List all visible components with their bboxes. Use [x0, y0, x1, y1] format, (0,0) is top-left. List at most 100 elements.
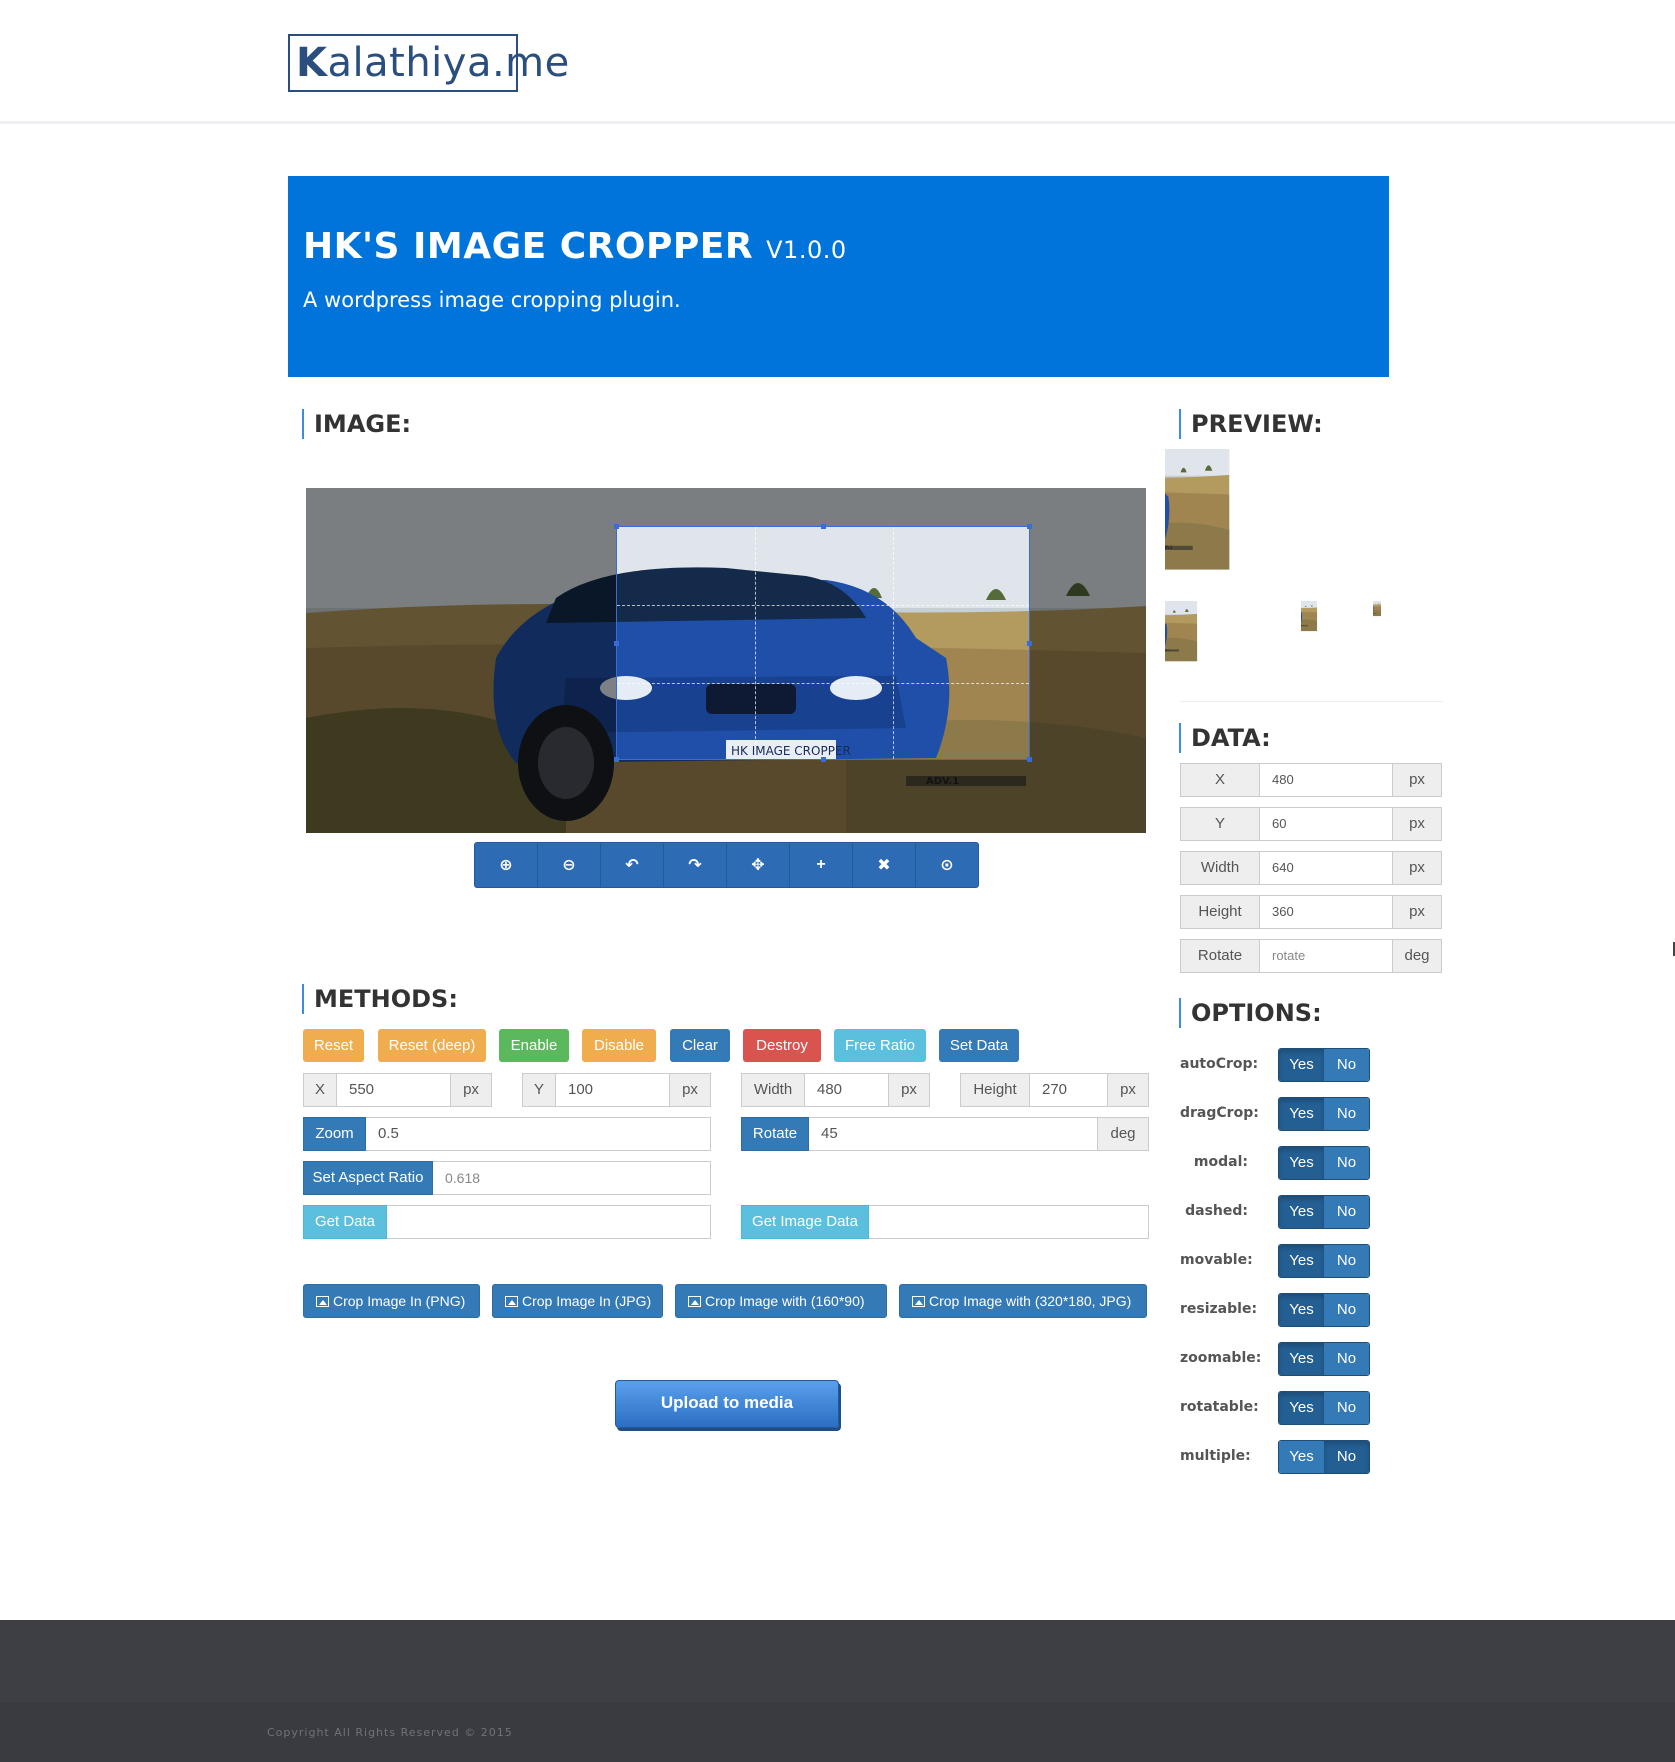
preview-small — [1301, 601, 1365, 637]
zoom-out-button[interactable]: ⊖ — [538, 843, 601, 887]
rotate-button[interactable]: Rotate — [741, 1117, 809, 1151]
copyright-text: Copyright All Rights Reserved © 2015 — [267, 1726, 513, 1739]
data-section-title: DATA: — [1179, 723, 1271, 753]
crop-guide-h1 — [617, 605, 1029, 606]
preview-xsmall — [1373, 601, 1405, 619]
option-autocrop-yes-button[interactable]: Yes — [1279, 1049, 1324, 1081]
set-x-group: X 550 px — [303, 1073, 492, 1107]
crop-handle-e[interactable] — [1027, 641, 1032, 646]
free-ratio-button[interactable]: Free Ratio — [834, 1029, 926, 1062]
option-rotatable-yes-button[interactable]: Yes — [1279, 1392, 1324, 1424]
crop-handle-se[interactable] — [1027, 757, 1032, 762]
reset-deep-button[interactable]: Reset (deep) — [378, 1029, 486, 1062]
rotate-right-button[interactable]: ↷ — [664, 843, 727, 887]
version-label: V1.0.0 — [766, 236, 847, 264]
get-image-data-group: Get Image Data — [741, 1205, 1149, 1239]
set-y-input[interactable]: 100 — [556, 1073, 669, 1107]
site-logo[interactable]: Kalathiya.me — [288, 34, 569, 92]
option-resizable-no-button[interactable]: No — [1324, 1294, 1369, 1326]
crop-button[interactable]: + — [790, 843, 853, 887]
option-label-zoomable: zoomable: — [1180, 1350, 1262, 1366]
site-header: Kalathiya.me — [0, 0, 1675, 124]
data-x-unit: px — [1392, 763, 1442, 797]
set-width-input[interactable]: 480 — [805, 1073, 888, 1107]
option-dragcrop-yes-button[interactable]: Yes — [1279, 1098, 1324, 1130]
zoom-input[interactable]: 0.5 — [366, 1117, 711, 1151]
crop-box[interactable] — [614, 524, 1032, 762]
crop-handle-nw[interactable] — [614, 524, 619, 529]
data-width-unit: px — [1392, 851, 1442, 885]
data-height-input[interactable]: 360 — [1260, 895, 1392, 929]
set-aspect-ratio-button[interactable]: Set Aspect Ratio — [303, 1161, 433, 1195]
data-width-input[interactable]: 640 — [1260, 851, 1392, 885]
page-title: HK'S IMAGE CROPPER V1.0.0 — [303, 226, 847, 267]
rotate-input[interactable]: 45 — [809, 1117, 1097, 1151]
option-dragcrop-no-button[interactable]: No — [1324, 1098, 1369, 1130]
enable-button[interactable]: Enable — [499, 1029, 569, 1062]
option-autocrop-no-button[interactable]: No — [1324, 1049, 1369, 1081]
upload-button[interactable]: ⊙ — [916, 843, 978, 887]
crop-jpg-button[interactable]: Crop Image In (JPG) — [492, 1284, 663, 1318]
get-data-button[interactable]: Get Data — [303, 1205, 387, 1239]
option-resizable-yes-button[interactable]: Yes — [1279, 1294, 1324, 1326]
get-image-data-button[interactable]: Get Image Data — [741, 1205, 869, 1239]
option-multiple-yes-button[interactable]: Yes — [1279, 1441, 1324, 1473]
zoom-button[interactable]: Zoom — [303, 1117, 366, 1151]
set-height-input[interactable]: 270 — [1030, 1073, 1107, 1107]
set-height-group: Height 270 px — [960, 1073, 1149, 1107]
data-x-input[interactable]: 480 — [1260, 763, 1392, 797]
set-x-input[interactable]: 550 — [337, 1073, 450, 1107]
set-height-unit: px — [1107, 1073, 1149, 1107]
disable-button[interactable]: Disable — [582, 1029, 656, 1062]
footer — [0, 1620, 1675, 1702]
option-movable-no-button[interactable]: No — [1324, 1245, 1369, 1277]
crop-handle-ne[interactable] — [1027, 524, 1032, 529]
crop-guide-v1 — [755, 527, 756, 759]
preview-section-title: PREVIEW: — [1179, 409, 1323, 439]
crop-handle-sw[interactable] — [614, 757, 619, 762]
set-y-group: Y 100 px — [522, 1073, 711, 1107]
option-multiple-no-button[interactable]: No — [1324, 1441, 1369, 1473]
option-zoomable-yes-button[interactable]: Yes — [1279, 1343, 1324, 1375]
get-image-data-output[interactable] — [869, 1205, 1149, 1239]
upload-icon: ⊙ — [940, 857, 954, 874]
image-cropper[interactable] — [306, 488, 1146, 833]
preview-large — [1165, 449, 1421, 593]
reset-button[interactable]: Reset — [303, 1029, 364, 1062]
option-zoomable-no-button[interactable]: No — [1324, 1343, 1369, 1375]
clear-crop-button[interactable]: Clear — [670, 1029, 730, 1062]
option-dashed-yes-button[interactable]: Yes — [1279, 1196, 1324, 1228]
picture-icon — [505, 1296, 518, 1307]
destroy-button[interactable]: Destroy — [743, 1029, 821, 1062]
option-modal-no-button[interactable]: No — [1324, 1147, 1369, 1179]
crop-320x180-button[interactable]: Crop Image with (320*180, JPG) — [899, 1284, 1147, 1318]
upload-to-media-button[interactable]: Upload to media — [615, 1380, 839, 1428]
option-movable-yes-button[interactable]: Yes — [1279, 1245, 1324, 1277]
data-rotate-unit: deg — [1392, 939, 1442, 973]
zoom-in-button[interactable]: ⊕ — [475, 843, 538, 887]
option-dashed-no-button[interactable]: No — [1324, 1196, 1369, 1228]
clear-button[interactable]: ✖ — [853, 843, 916, 887]
crop-handle-n[interactable] — [821, 524, 826, 529]
set-data-button[interactable]: Set Data — [939, 1029, 1019, 1062]
crop-160x90-button[interactable]: Crop Image with (160*90) — [675, 1284, 887, 1318]
crop-png-button[interactable]: Crop Image In (PNG) — [303, 1284, 480, 1318]
option-rotatable-no-button[interactable]: No — [1324, 1392, 1369, 1424]
option-modal-yes-button[interactable]: Yes — [1279, 1147, 1324, 1179]
aspect-ratio-input[interactable]: 0.618 — [433, 1161, 711, 1195]
data-rotate-input[interactable]: rotate — [1260, 939, 1392, 973]
rotate-left-button[interactable]: ↶ — [601, 843, 664, 887]
data-x-group: X 480 px — [1180, 763, 1442, 797]
crop-handle-s[interactable] — [821, 757, 826, 762]
option-toggle-multiple: Yes No — [1278, 1440, 1370, 1474]
crop-handle-w[interactable] — [614, 641, 619, 646]
move-button[interactable]: ✥ — [727, 843, 790, 887]
data-width-group: Width 640 px — [1180, 851, 1442, 885]
get-data-output[interactable] — [387, 1205, 711, 1239]
option-label-dashed: dashed: — [1185, 1203, 1248, 1219]
data-y-input[interactable]: 60 — [1260, 807, 1392, 841]
data-y-label: Y — [1180, 807, 1260, 841]
set-y-label: Y — [522, 1073, 556, 1107]
set-x-unit: px — [450, 1073, 492, 1107]
set-width-unit: px — [888, 1073, 930, 1107]
